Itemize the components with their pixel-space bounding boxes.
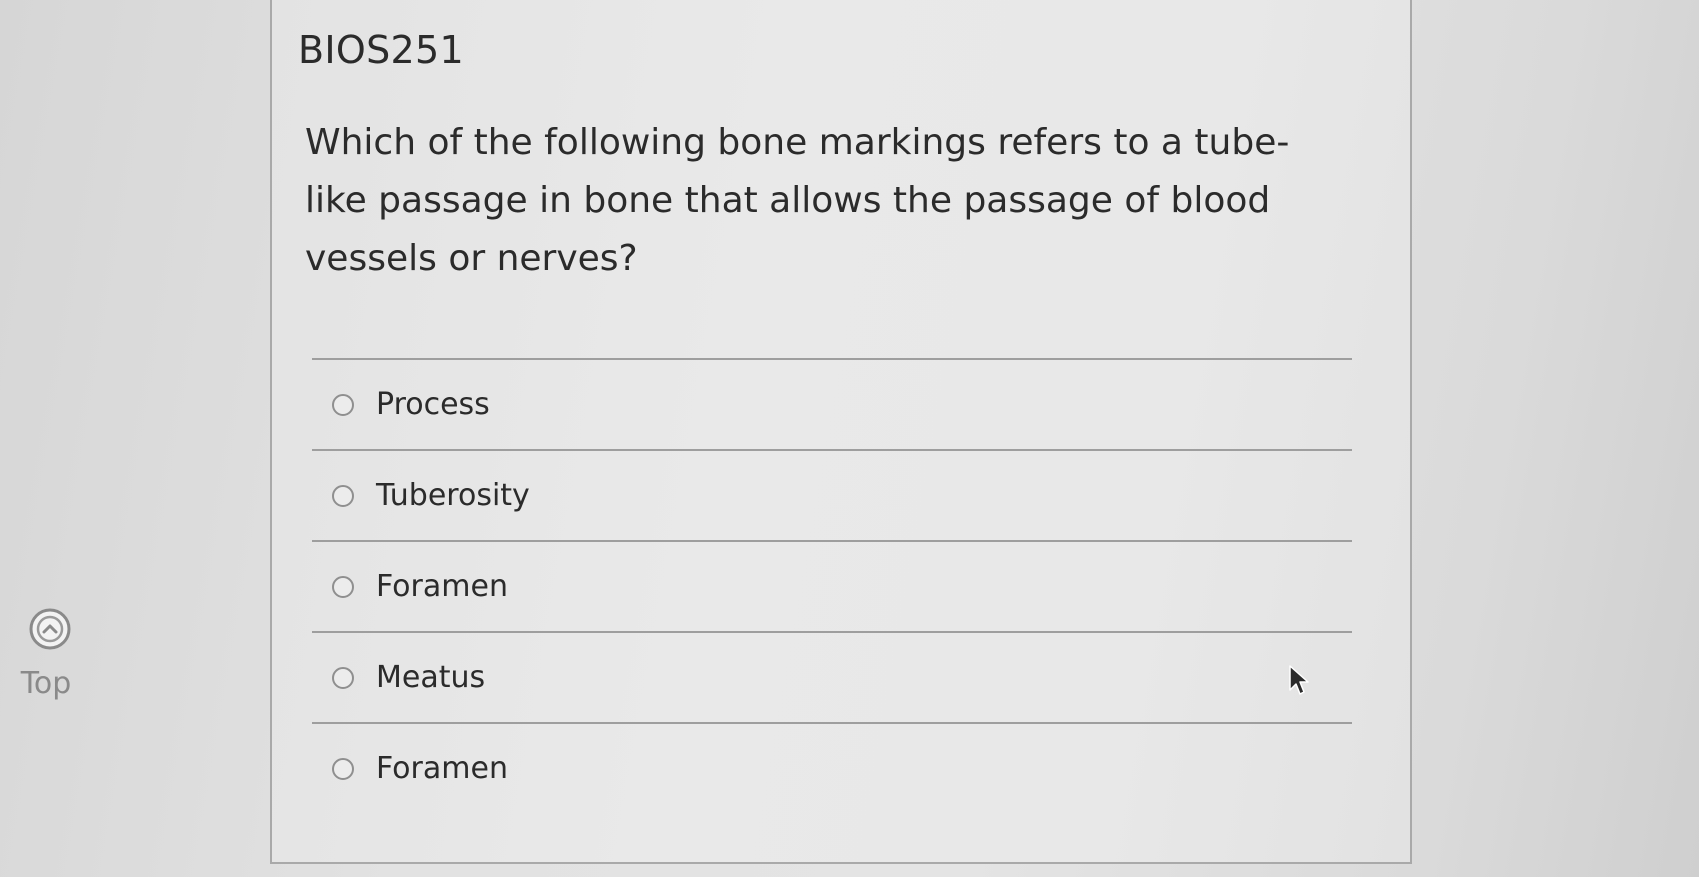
answer-option-label: Foramen xyxy=(376,751,508,786)
radio-button[interactable] xyxy=(332,575,354,598)
answer-option[interactable]: Meatus xyxy=(312,631,1352,722)
question-text: Which of the following bone markings ref… xyxy=(305,122,1290,279)
answer-option[interactable]: Foramen xyxy=(312,540,1352,631)
radio-button[interactable] xyxy=(332,666,354,689)
radio-button[interactable] xyxy=(332,757,354,780)
mouse-pointer-icon xyxy=(1289,665,1309,695)
radio-button[interactable] xyxy=(332,484,354,507)
answer-option-label: Meatus xyxy=(376,660,486,695)
answer-option-label: Foramen xyxy=(376,569,508,604)
back-to-top-link[interactable]: Top xyxy=(18,606,82,701)
answer-option[interactable]: Tuberosity xyxy=(312,449,1352,540)
answer-option[interactable]: Process xyxy=(312,358,1352,449)
answer-option[interactable]: Foramen xyxy=(312,722,1352,813)
answer-option-label: Tuberosity xyxy=(376,478,530,513)
answer-options: Process Tuberosity Foramen Meatus Forame… xyxy=(312,358,1352,813)
chevron-up-circle-icon[interactable] xyxy=(27,606,73,652)
back-to-top-label: Top xyxy=(20,666,72,701)
answer-option-label: Process xyxy=(376,387,490,422)
radio-button[interactable] xyxy=(332,393,354,416)
course-title: BIOS251 xyxy=(298,28,464,72)
